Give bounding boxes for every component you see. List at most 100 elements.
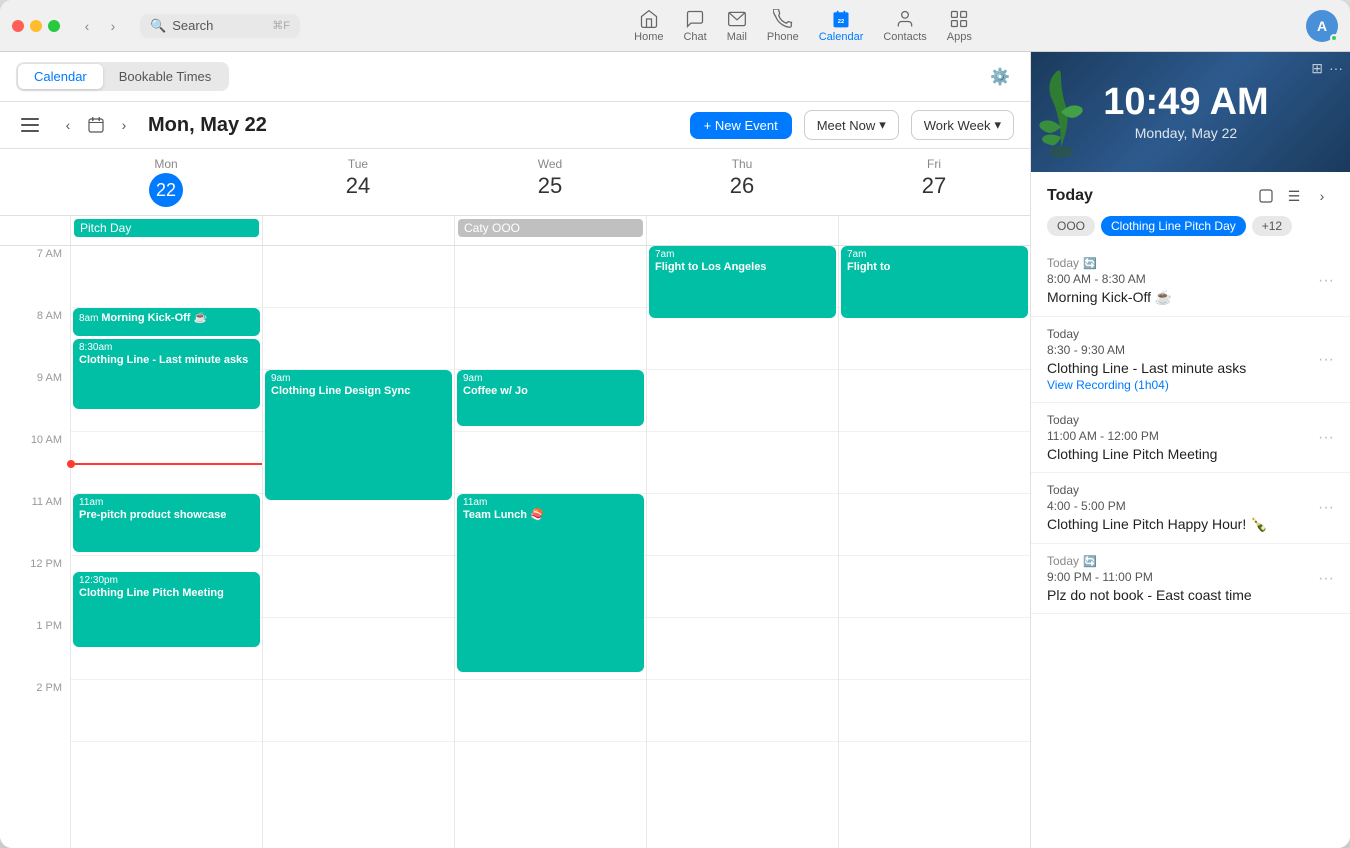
day-header-tue: Tue 24	[262, 149, 454, 215]
widget-more-icon[interactable]: ···	[1329, 60, 1343, 77]
nav-arrows: ‹ ›	[76, 15, 124, 37]
tag-clothing[interactable]: Clothing Line Pitch Day	[1101, 216, 1246, 236]
search-shortcut: ⌘F	[272, 19, 290, 32]
traffic-lights	[12, 20, 60, 32]
close-button[interactable]	[12, 20, 24, 32]
calendar-navigation: ‹ ›	[56, 113, 136, 137]
event-1-title: Morning Kick-Off ☕	[1047, 289, 1172, 306]
tag-more[interactable]: +12	[1252, 216, 1292, 236]
allday-wed: Caty OOO	[454, 216, 646, 245]
nav-icons: Home Chat Mail Phone 22 Calendar	[308, 9, 1298, 43]
calendar-header: ‹ › Mon, May 22 + New Event Meet Now ▾ W…	[0, 102, 1030, 149]
mini-calendar-button[interactable]	[84, 113, 108, 137]
event-3-menu[interactable]: ···	[1318, 429, 1334, 447]
days-grid: 8am Morning Kick-Off ☕ 8:30am Clothing L…	[70, 246, 1030, 848]
event-flight-la[interactable]: 7am Flight to Los Angeles	[649, 246, 836, 318]
widget-grid-icon[interactable]: ⊞	[1311, 60, 1323, 77]
calendar-current-date: Mon, May 22	[148, 114, 267, 137]
allday-row: Pitch Day Caty OOO	[0, 216, 1030, 246]
event-morning-kickoff[interactable]: 8am Morning Kick-Off ☕	[73, 308, 260, 336]
nav-chat[interactable]: Chat	[683, 9, 706, 43]
svg-text:22: 22	[838, 19, 845, 25]
fullscreen-button[interactable]	[48, 20, 60, 32]
calendar-toolbar: Calendar Bookable Times ⚙️	[0, 52, 1030, 102]
allday-event-caty[interactable]: Caty OOO	[458, 219, 643, 237]
event-1-menu[interactable]: ···	[1318, 272, 1334, 290]
prev-period-button[interactable]: ‹	[56, 113, 80, 137]
event-coffee[interactable]: 9am Coffee w/ Jo	[457, 370, 644, 426]
nav-phone[interactable]: Phone	[767, 9, 799, 43]
day-col-mon: 8am Morning Kick-Off ☕ 8:30am Clothing L…	[70, 246, 262, 848]
day-header-wed: Wed 25	[454, 149, 646, 215]
new-event-button[interactable]: + New Event	[690, 112, 792, 139]
nav-apps[interactable]: Apps	[947, 9, 972, 43]
repeat-icon: 🔄	[1083, 257, 1097, 270]
event-4-menu[interactable]: ···	[1318, 499, 1334, 517]
forward-button[interactable]: ›	[102, 15, 124, 37]
nav-home-label: Home	[634, 31, 663, 43]
event-prepitch[interactable]: 11am Pre-pitch product showcase	[73, 494, 260, 552]
today-next-button[interactable]: ›	[1310, 184, 1334, 208]
today-event-5: Today 🔄 9:00 PM - 11:00 PM Plz do not bo…	[1031, 544, 1350, 614]
today-title: Today	[1047, 187, 1246, 205]
event-5-title: Plz do not book - East coast time	[1047, 587, 1252, 603]
today-event-3: Today 11:00 AM - 12:00 PM Clothing Line …	[1031, 403, 1350, 473]
today-event-4: Today 4:00 - 5:00 PM Clothing Line Pitch…	[1031, 473, 1350, 544]
meet-now-button[interactable]: Meet Now ▾	[804, 110, 899, 140]
nav-calendar-label: Calendar	[819, 31, 864, 43]
repeat-icon-2: 🔄	[1083, 555, 1097, 568]
event-fam-flight[interactable]: 7am Flight to	[841, 246, 1028, 318]
event-2-sub[interactable]: View Recording (1h04)	[1047, 378, 1246, 392]
today-panel: Today ☰ › OOO Clothing Line Pitch Day +1…	[1031, 172, 1350, 848]
nav-contacts[interactable]: Contacts	[883, 9, 926, 43]
search-input[interactable]: Search	[172, 18, 266, 33]
tab-bookable[interactable]: Bookable Times	[103, 64, 228, 89]
event-clothing-lastminute[interactable]: 8:30am Clothing Line - Last minute asks	[73, 339, 260, 409]
event-teamlunch[interactable]: 11am Team Lunch 🍣	[457, 494, 644, 672]
event-2-menu[interactable]: ···	[1318, 351, 1334, 369]
allday-fri	[838, 216, 1030, 245]
event-3-title: Clothing Line Pitch Meeting	[1047, 446, 1217, 462]
nav-mail[interactable]: Mail	[727, 9, 747, 43]
tab-calendar[interactable]: Calendar	[18, 64, 103, 89]
day-header-thu: Thu 26	[646, 149, 838, 215]
day-header-fri: Fri 27	[838, 149, 1030, 215]
day-col-tue: 9am Clothing Line Design Sync	[262, 246, 454, 848]
current-time-indicator	[71, 463, 262, 465]
today-navigation: ☰ ›	[1254, 184, 1334, 208]
event-5-menu[interactable]: ···	[1318, 570, 1334, 588]
day-col-thu: 7am Flight to Los Angeles	[646, 246, 838, 848]
nav-contacts-label: Contacts	[883, 31, 926, 43]
today-prev-button[interactable]	[1254, 184, 1278, 208]
settings-button[interactable]: ⚙️	[986, 63, 1014, 91]
event-4-title: Clothing Line Pitch Happy Hour! 🍾	[1047, 516, 1268, 533]
today-list-button[interactable]: ☰	[1282, 184, 1306, 208]
today-tags: OOO Clothing Line Pitch Day +12	[1031, 216, 1350, 246]
day-col-fri: 7am Flight to	[838, 246, 1030, 848]
today-event-1: Today 🔄 8:00 AM - 8:30 AM Morning Kick-O…	[1031, 246, 1350, 317]
profile-avatar[interactable]: A	[1306, 10, 1338, 42]
time-column: 7 AM 8 AM 9 AM 10 AM 11 AM 12 PM 1 PM 2 …	[0, 246, 70, 848]
next-period-button[interactable]: ›	[112, 113, 136, 137]
allday-mon: Pitch Day	[70, 216, 262, 245]
day-headers: Mon 22 Tue 24 Wed 25 Thu 26	[0, 149, 1030, 216]
tag-ooo[interactable]: OOO	[1047, 216, 1095, 236]
search-bar[interactable]: 🔍 Search ⌘F	[140, 14, 300, 38]
widget-controls: ⊞ ···	[1311, 60, 1343, 77]
allday-event-pitch[interactable]: Pitch Day	[74, 219, 259, 237]
nav-mail-label: Mail	[727, 31, 747, 43]
nav-home[interactable]: Home	[634, 9, 663, 43]
today-panel-header: Today ☰ ›	[1031, 172, 1350, 216]
event-designsync[interactable]: 9am Clothing Line Design Sync	[265, 370, 452, 500]
day-col-wed: 9am Coffee w/ Jo 11am Team Lunch 🍣	[454, 246, 646, 848]
plant-decoration	[1031, 57, 1091, 167]
right-panel: 10:49 AM Monday, May 22 ⊞ ··· Today ☰	[1030, 52, 1350, 848]
event-pitchmeeting[interactable]: 12:30pm Clothing Line Pitch Meeting	[73, 572, 260, 647]
sidebar-toggle-button[interactable]	[16, 111, 44, 139]
back-button[interactable]: ‹	[76, 15, 98, 37]
titlebar: ‹ › 🔍 Search ⌘F Home Chat Mail	[0, 0, 1350, 52]
minimize-button[interactable]	[30, 20, 42, 32]
view-selector-button[interactable]: Work Week ▾	[911, 110, 1014, 140]
time-widget: 10:49 AM Monday, May 22 ⊞ ···	[1031, 52, 1350, 172]
nav-calendar[interactable]: 22 Calendar	[819, 9, 864, 43]
